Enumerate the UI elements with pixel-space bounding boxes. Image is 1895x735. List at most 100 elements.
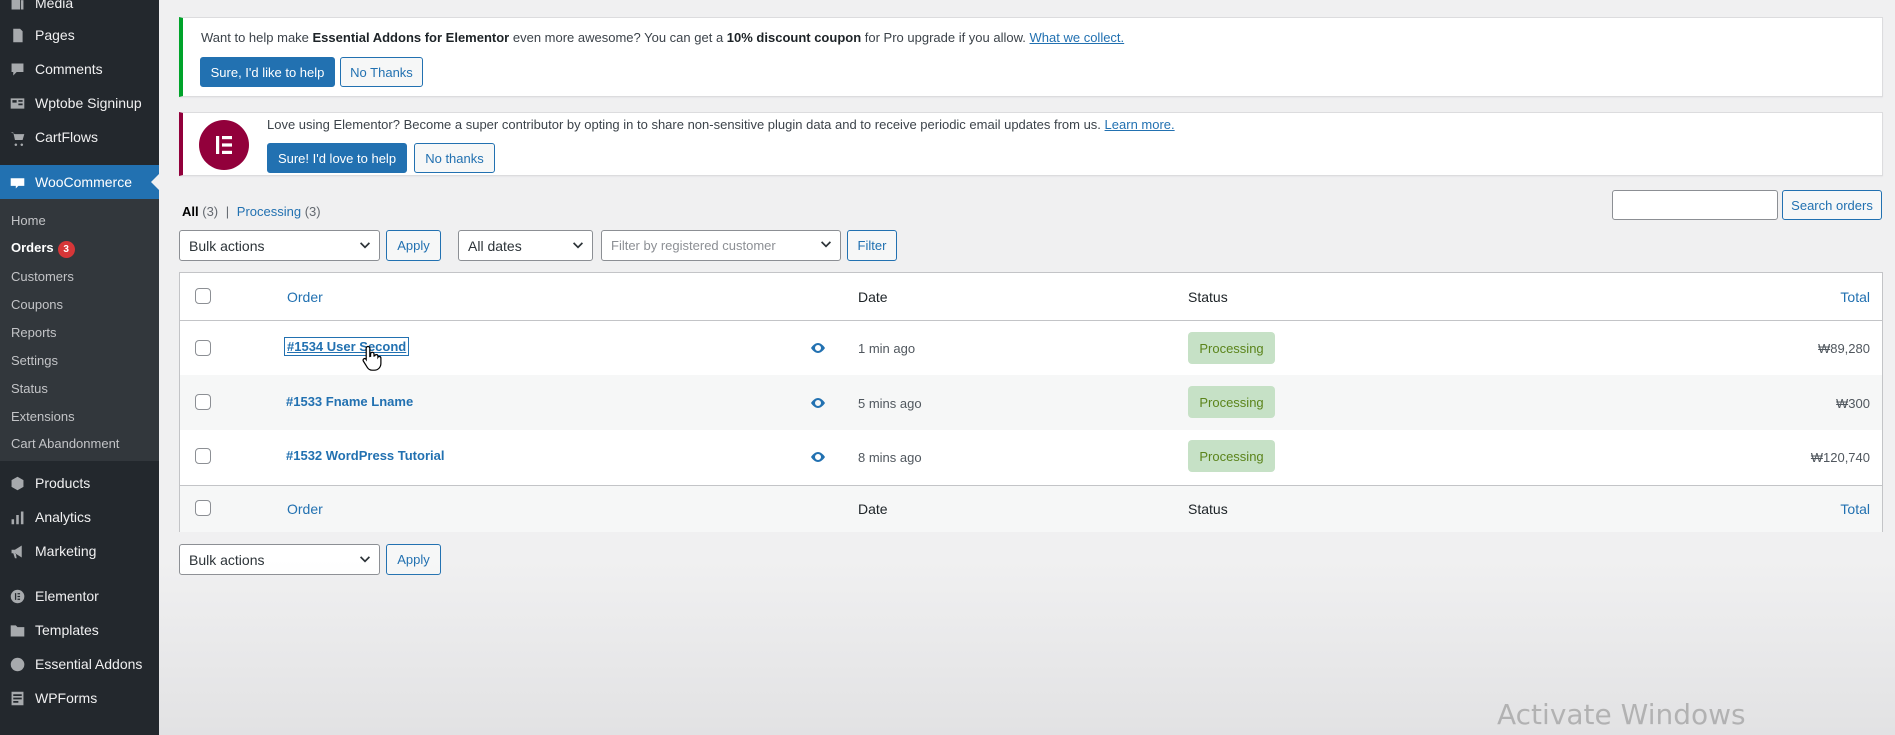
bulk-actions-select[interactable]: Bulk actions [179,230,380,261]
menu-analytics[interactable]: Analytics [0,503,159,531]
elementor-decline-button[interactable]: No thanks [414,143,495,173]
order-link[interactable]: #1532 WordPress Tutorial [286,448,444,463]
column-date-header: Date [858,289,888,305]
submenu-customers[interactable]: Customers [11,269,74,284]
table-row[interactable]: #1532 WordPress Tutorial 8 mins ago Proc… [180,430,1882,485]
order-total: ₩300 [1836,396,1870,411]
date-filter-select[interactable]: All dates [458,230,593,261]
column-total-footer[interactable]: Total [1840,501,1870,517]
preview-eye-icon[interactable] [810,451,826,463]
elementor-notice-text: Love using Elementor? Become a super con… [267,117,1175,132]
submenu-cart-abandonment[interactable]: Cart Abandonment [11,436,119,451]
filter-processing[interactable]: Processing [237,204,301,219]
submenu-status[interactable]: Status [11,381,48,396]
orders-count-badge: 3 [57,241,75,258]
menu-cartflows[interactable]: CartFlows [0,123,159,151]
elementor-notice: Love using Elementor? Become a super con… [179,112,1883,176]
menu-wptobe-signinup[interactable]: Wptobe Signinup [0,89,159,117]
chevron-down-icon [359,553,371,565]
menu-woocommerce[interactable]: WooCommerce [0,165,159,199]
chevron-down-icon [820,239,832,251]
comments-icon [8,60,26,78]
woocommerce-submenu: Home Orders 3 Customers Coupons Reports S… [0,199,159,461]
status-badge: Processing [1188,440,1275,472]
order-status-filter: All (3) | Processing (3) [182,204,321,219]
menu-comments[interactable]: Comments [0,55,159,83]
preview-eye-icon[interactable] [810,342,826,354]
column-order-header[interactable]: Order [287,289,323,305]
menu-marketing[interactable]: Marketing [0,537,159,565]
chevron-down-icon [359,239,371,251]
essential-addons-icon [8,655,26,673]
menu-products[interactable]: Products [0,469,159,497]
learn-more-link[interactable]: Learn more. [1105,117,1175,132]
ea-accept-button[interactable]: Sure, I'd like to help [200,57,335,87]
customer-filter-select[interactable]: Filter by registered customer [601,230,841,261]
templates-icon [8,621,26,639]
column-order-footer[interactable]: Order [287,501,323,517]
bulk-apply-button[interactable]: Apply [386,230,441,261]
status-badge: Processing [1188,386,1275,418]
table-row[interactable]: #1534 User Second 1 min ago Processing ₩… [180,321,1882,375]
search-orders-input[interactable] [1612,190,1778,220]
menu-wpforms[interactable]: WPForms [0,684,159,712]
submenu-coupons[interactable]: Coupons [11,297,63,312]
submenu-reports[interactable]: Reports [11,325,57,340]
order-link[interactable]: #1534 User Second [283,337,410,356]
submenu-extensions[interactable]: Extensions [11,409,75,424]
form-icon [8,94,26,112]
column-status-header: Status [1188,289,1228,305]
menu-elementor[interactable]: Elementor [0,582,159,610]
admin-sidebar: Media Pages Comments Wptobe Signinup Car… [0,0,159,735]
order-total: ₩120,740 [1810,450,1870,465]
orders-table: Order Date Status Total #1534 User Secon… [179,272,1883,532]
select-all-checkbox-footer[interactable] [195,500,211,516]
status-badge: Processing [1188,332,1275,364]
activate-windows-watermark: Activate Windows [1497,698,1746,731]
row-checkbox[interactable] [195,394,211,410]
elementor-logo-icon [199,120,249,170]
active-indicator [151,174,159,190]
column-total-header[interactable]: Total [1840,289,1870,305]
filter-all[interactable]: All [182,204,199,219]
table-footer: Order Date Status Total [180,485,1882,532]
filter-button[interactable]: Filter [847,230,897,261]
submenu-home[interactable]: Home [11,213,46,228]
analytics-icon [8,508,26,526]
elementor-icon [8,587,26,605]
bulk-apply-button-bottom[interactable]: Apply [386,544,441,575]
column-status-footer: Status [1188,501,1228,517]
bulk-actions-select-bottom[interactable]: Bulk actions [179,544,380,575]
marketing-icon [8,542,26,560]
ea-decline-button[interactable]: No Thanks [340,57,423,87]
menu-essential-addons[interactable]: Essential Addons [0,650,159,678]
column-date-footer: Date [858,501,888,517]
table-header: Order Date Status Total [180,273,1882,321]
pages-icon [8,26,26,44]
menu-media[interactable]: Media [0,0,159,17]
products-icon [8,474,26,492]
search-orders-button[interactable]: Search orders [1782,190,1882,220]
menu-templates[interactable]: Templates [0,616,159,644]
chevron-down-icon [572,239,584,251]
order-date: 5 mins ago [858,396,922,411]
elementor-accept-button[interactable]: Sure! I'd love to help [267,143,407,173]
order-date: 8 mins ago [858,450,922,465]
select-all-checkbox[interactable] [195,288,211,304]
submenu-orders[interactable]: Orders 3 [11,240,75,258]
wpforms-icon [8,689,26,707]
order-total: ₩89,280 [1817,341,1870,356]
order-link[interactable]: #1533 Fname Lname [286,394,413,409]
submenu-settings[interactable]: Settings [11,353,58,368]
row-checkbox[interactable] [195,340,211,356]
order-date: 1 min ago [858,341,916,356]
table-row[interactable]: #1533 Fname Lname 5 mins ago Processing … [180,375,1882,430]
hand-cursor-icon [362,345,382,371]
media-icon [8,0,26,12]
cartflows-icon [8,128,26,146]
essential-addons-notice: Want to help make Essential Addons for E… [179,17,1883,97]
what-we-collect-link[interactable]: What we collect. [1030,30,1125,45]
row-checkbox[interactable] [195,448,211,464]
menu-pages[interactable]: Pages [0,21,159,49]
preview-eye-icon[interactable] [810,397,826,409]
